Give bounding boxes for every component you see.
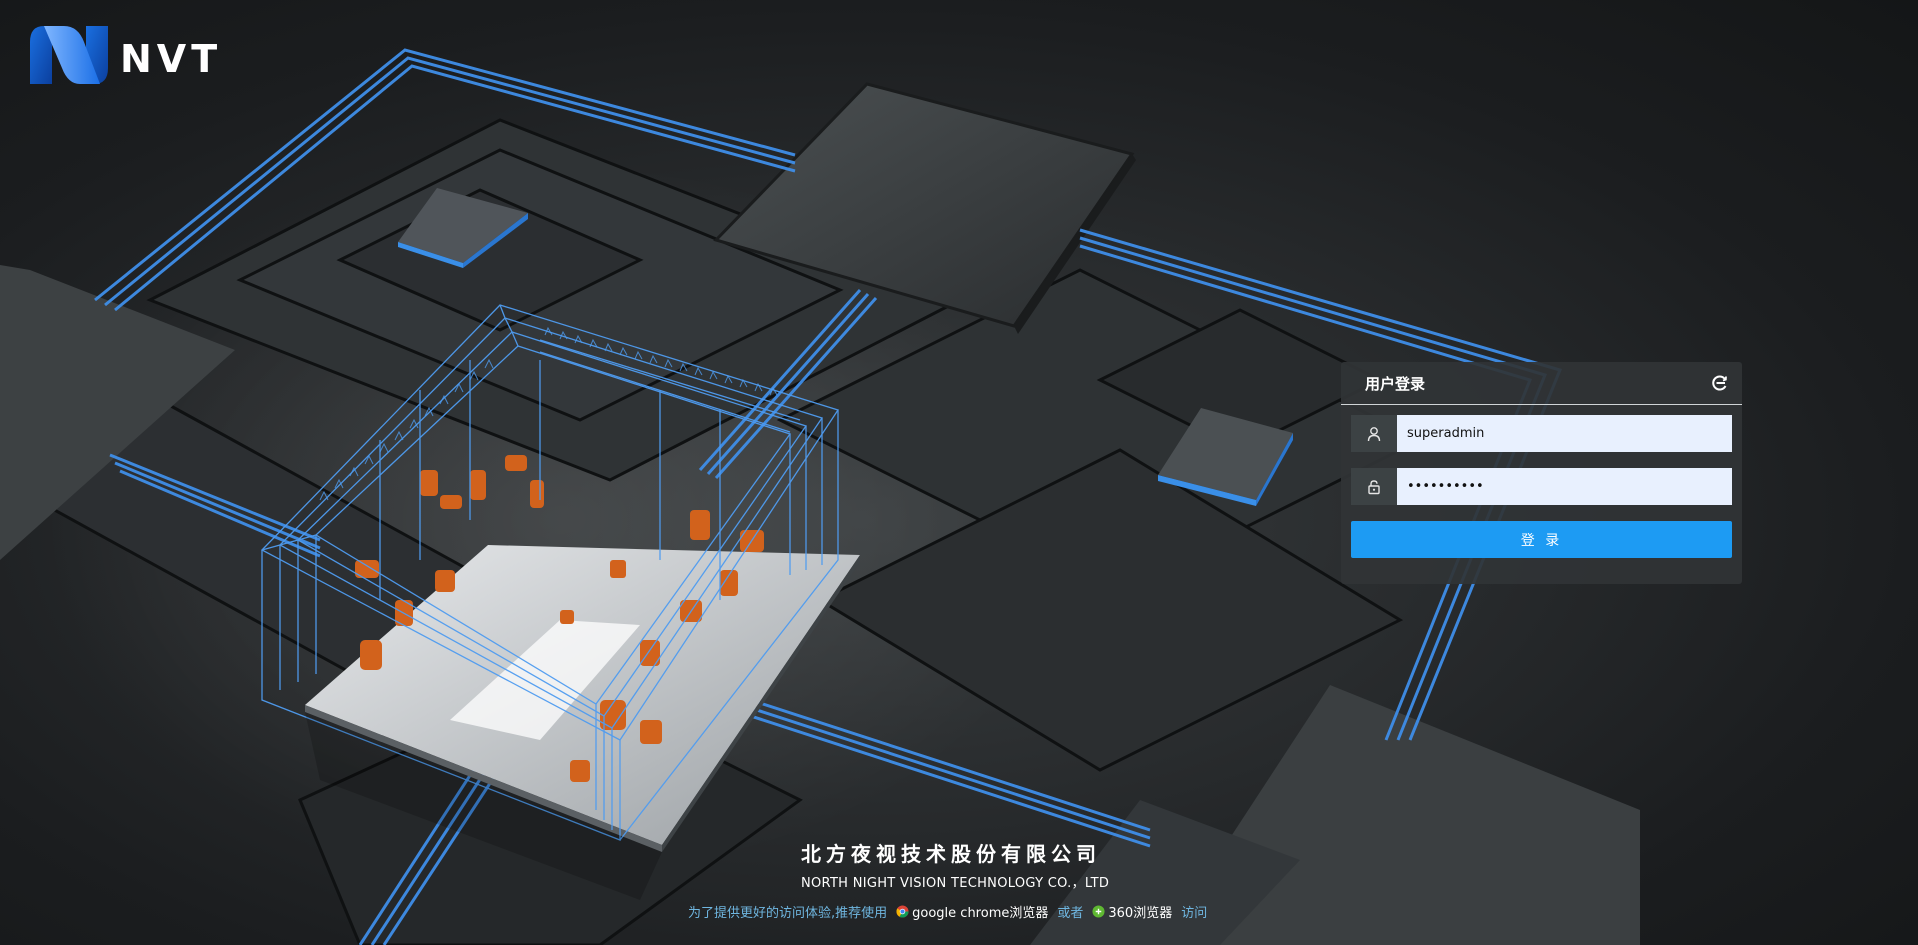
360-browser-link[interactable]: 360浏览器 [1108, 902, 1172, 921]
password-field [1351, 468, 1732, 505]
login-panel: 用户登录 登 录 [1341, 362, 1742, 584]
username-input[interactable] [1397, 415, 1732, 452]
brand-logo: NVT [26, 22, 222, 88]
nvt-logo-icon [30, 26, 108, 84]
login-panel-header: 用户登录 [1341, 362, 1742, 405]
lock-icon [1351, 468, 1397, 505]
refresh-icon[interactable] [1711, 374, 1729, 392]
login-title: 用户登录 [1365, 374, 1426, 393]
chrome-browser-link[interactable]: google chrome浏览器 [912, 902, 1048, 921]
password-input[interactable] [1397, 468, 1732, 505]
user-icon [1351, 415, 1397, 452]
browser-360-icon [1092, 905, 1105, 918]
visit-text: 访问 [1181, 906, 1208, 921]
browser-recommendation: 为了提供更好的访问体验,推荐使用 google chrome浏览器 或者 360… [688, 902, 1207, 921]
company-name-en: NORTH NIGHT VISION TECHNOLOGY CO.，LTD [801, 876, 1110, 891]
or-text: 或者 [1057, 906, 1084, 921]
login-button[interactable]: 登 录 [1351, 521, 1732, 558]
brand-name: NVT [120, 37, 223, 81]
username-field [1351, 415, 1732, 452]
chrome-icon [896, 905, 909, 918]
browser-hint-text: 为了提供更好的访问体验,推荐使用 [688, 906, 888, 921]
company-name-cn: 北方夜视技术股份有限公司 [801, 842, 1101, 866]
